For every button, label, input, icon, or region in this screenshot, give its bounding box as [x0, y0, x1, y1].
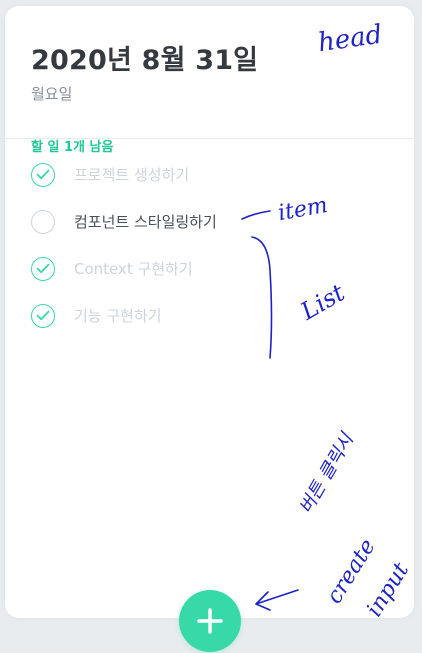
todo-item: 컴포넌트 스타일링하기	[31, 198, 414, 245]
check-circle-button[interactable]	[31, 256, 55, 281]
check-icon	[36, 310, 50, 321]
todo-item: 기능 구현하기	[31, 292, 414, 339]
todo-item-text: Context 구현하기	[74, 260, 193, 278]
todo-app: 2020년 8월 31일 월요일 할 일 1개 남음 프로젝트 생성하기 컴포넌…	[0, 0, 422, 653]
check-icon	[36, 169, 50, 180]
todo-list: 프로젝트 생성하기 컴포넌트 스타일링하기 Context 구현하기 기능 구현…	[5, 139, 414, 339]
todo-item: Context 구현하기	[31, 245, 414, 292]
plus-icon	[197, 608, 223, 634]
add-todo-button[interactable]	[179, 590, 241, 652]
check-circle-button[interactable]	[31, 162, 55, 187]
check-circle-button[interactable]	[31, 303, 55, 328]
day-label: 월요일	[31, 84, 73, 103]
todo-item-text: 프로젝트 생성하기	[74, 166, 190, 184]
todo-item-text: 컴포넌트 스타일링하기	[74, 213, 217, 231]
todo-item-text: 기능 구현하기	[74, 307, 162, 325]
check-icon	[36, 263, 50, 274]
todo-item: 프로젝트 생성하기	[31, 151, 414, 198]
check-circle-button[interactable]	[31, 209, 55, 234]
todo-template: 2020년 8월 31일 월요일 할 일 1개 남음 프로젝트 생성하기 컴포넌…	[5, 6, 414, 618]
